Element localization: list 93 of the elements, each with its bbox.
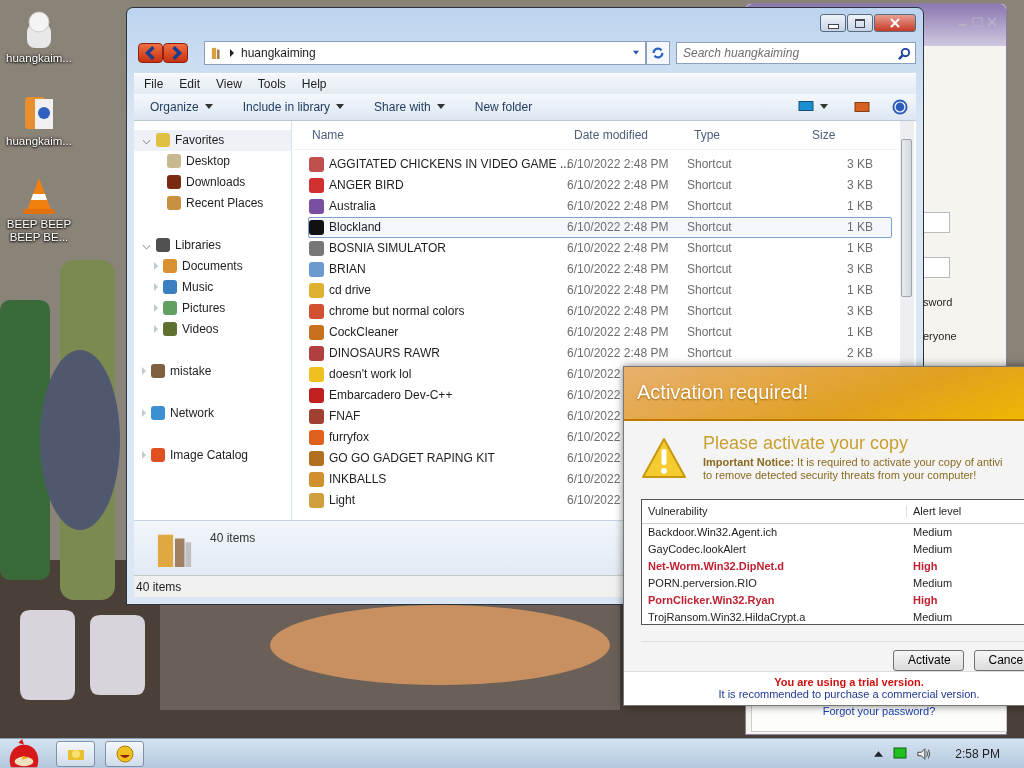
- threat-name: Net-Worm.Win32.DipNet.d: [647, 560, 785, 573]
- search-field[interactable]: Search huangkaiming: [676, 41, 916, 64]
- speaker-icon[interactable]: [917, 746, 932, 761]
- column-header: Alert level: [906, 505, 962, 518]
- forgot-password-link[interactable]: Forgot your password?: [822, 705, 936, 717]
- column-header[interactable]: Size: [812, 127, 888, 142]
- caret-icon: [204, 104, 213, 110]
- close-icon: [890, 18, 900, 28]
- chevron-icon: [229, 48, 235, 57]
- nav-item[interactable]: Desktop: [134, 150, 291, 172]
- back-button[interactable]: [138, 42, 163, 63]
- icon-label[interactable]: huangkaim...: [4, 52, 74, 65]
- icon-label[interactable]: BEEP BEEP BEEP BE...: [4, 218, 74, 244]
- file-row[interactable]: ANGER BIRD 6/10/2022 2:48 PM Shortcut 3 KB: [308, 174, 892, 196]
- activate-button[interactable]: Activate: [893, 649, 964, 671]
- nav-item[interactable]: Music: [134, 276, 291, 298]
- input-field[interactable]: [923, 257, 950, 278]
- input-field[interactable]: [923, 212, 950, 233]
- maximize-button[interactable]: [847, 14, 873, 32]
- menu-item[interactable]: Tools: [251, 76, 292, 91]
- search-icon[interactable]: [898, 46, 911, 60]
- caret-icon[interactable]: [820, 104, 828, 110]
- dropdown-icon[interactable]: [633, 48, 639, 57]
- column-header[interactable]: Type: [694, 127, 812, 142]
- taskbar-button[interactable]: [56, 740, 95, 767]
- threat-name: PornClicker.Win32.Ryan: [647, 594, 776, 607]
- refresh-icon: [651, 45, 665, 60]
- alert-level: Medium: [912, 526, 953, 539]
- file-row[interactable]: AGGITATED CHICKENS IN VIDEO GAME ...6/10/2022 2:48 PM Shortcut 3 KB: [308, 153, 892, 175]
- column-header: Vulnerability: [647, 505, 709, 518]
- status-text: 40 items: [136, 579, 182, 594]
- taskbar-button[interactable]: [105, 740, 144, 767]
- threat-name: GayCodec.lookAlert: [647, 543, 747, 556]
- selected-file-row[interactable]: Blockland 6/10/2022 2:48 PM Shortcut 1 KB: [308, 216, 892, 238]
- file-row[interactable]: chrome but normal colors 6/10/2022 2:48 PM Shortcut 3 KB: [308, 300, 892, 322]
- file-row[interactable]: DINOSAURS RAWR 6/10/2022 2:48 PM Shortcut 2 KB: [308, 342, 892, 364]
- item-count: 40 items: [210, 531, 256, 546]
- file-row[interactable]: Australia 6/10/2022 2:48 PM Shortcut 1 KB: [308, 195, 892, 217]
- alert-level: Medium: [912, 577, 953, 590]
- address-bar[interactable]: huangkaiming: [204, 40, 646, 65]
- help-icon[interactable]: [892, 98, 908, 115]
- dialog-heading: Please activate your copy: [703, 432, 910, 454]
- menu-item[interactable]: View: [210, 76, 248, 91]
- toolbar-button[interactable]: Organize: [144, 97, 219, 116]
- preview-pane-icon[interactable]: [854, 100, 870, 114]
- file-row[interactable]: cd drive 6/10/2022 2:48 PM Shortcut 1 KB: [308, 279, 892, 301]
- column-header[interactable]: Name: [312, 127, 574, 142]
- notice-text: Important Notice: It is required to activate your copy of antivi to remove detected security threats from your computer!: [703, 455, 1003, 482]
- toolbar-button[interactable]: Share with: [368, 97, 451, 116]
- menu-item[interactable]: Help: [295, 76, 333, 91]
- toolbar-button[interactable]: New folder: [468, 97, 539, 116]
- nav-item[interactable]: Favorites: [134, 129, 291, 151]
- caret-icon: [436, 104, 445, 110]
- minimize-button[interactable]: [820, 14, 846, 32]
- dialog-title: Activation required!: [637, 381, 809, 405]
- advice-text: It is recommended to purchase a commercial version.: [718, 688, 980, 701]
- nav-item[interactable]: Network: [134, 402, 291, 424]
- threat-name: TrojRansom.Win32.HildaCrypt.a: [647, 611, 807, 624]
- nav-item[interactable]: Libraries: [134, 234, 291, 256]
- clock[interactable]: 2:58 PM: [955, 746, 1000, 761]
- alert-level: High: [912, 594, 938, 607]
- nav-item[interactable]: Image Catalog: [134, 444, 291, 466]
- close-button[interactable]: [874, 14, 916, 32]
- nav-item[interactable]: mistake: [134, 360, 291, 382]
- nav-item[interactable]: Recent Places: [134, 192, 291, 214]
- trial-warning: You are using a trial version.: [774, 676, 924, 689]
- nav-item[interactable]: Pictures: [134, 297, 291, 319]
- nav-item[interactable]: Downloads: [134, 171, 291, 193]
- file-row[interactable]: BOSNIA SIMULATOR 6/10/2022 2:48 PM Shortcut 1 KB: [308, 237, 892, 259]
- column-header[interactable]: Date modified: [574, 127, 694, 142]
- threat-name: Backdoor.Win32.Agent.ich: [647, 526, 779, 539]
- forward-button[interactable]: [163, 42, 188, 63]
- toolbar-button[interactable]: Include in library: [236, 97, 351, 116]
- warning-icon: [641, 436, 687, 479]
- caret-icon: [336, 104, 345, 110]
- form-label: eryone: [923, 330, 958, 344]
- alert-level: Medium: [912, 611, 953, 624]
- icon-label[interactable]: huangkaim...: [4, 135, 74, 148]
- show-hidden-icon[interactable]: [874, 750, 884, 757]
- menu-item[interactable]: File: [138, 76, 170, 91]
- form-label: sword: [923, 296, 954, 310]
- alert-level: Medium: [912, 543, 953, 556]
- nav-item[interactable]: Videos: [134, 318, 291, 340]
- refresh-button[interactable]: [646, 40, 670, 65]
- smiley-icon: [114, 743, 135, 764]
- cancel-button[interactable]: Cance: [973, 649, 1024, 671]
- nav-item[interactable]: Documents: [134, 255, 291, 277]
- alert-level: High: [912, 560, 938, 573]
- monitor-icon[interactable]: [798, 100, 814, 114]
- threat-name: PORN.perversion.RIO: [647, 577, 758, 590]
- file-row[interactable]: BRIAN 6/10/2022 2:48 PM Shortcut 3 KB: [308, 258, 892, 280]
- file-row[interactable]: CockCleaner 6/10/2022 2:48 PM Shortcut 1 KB: [308, 321, 892, 343]
- menu-item[interactable]: Edit: [173, 76, 207, 91]
